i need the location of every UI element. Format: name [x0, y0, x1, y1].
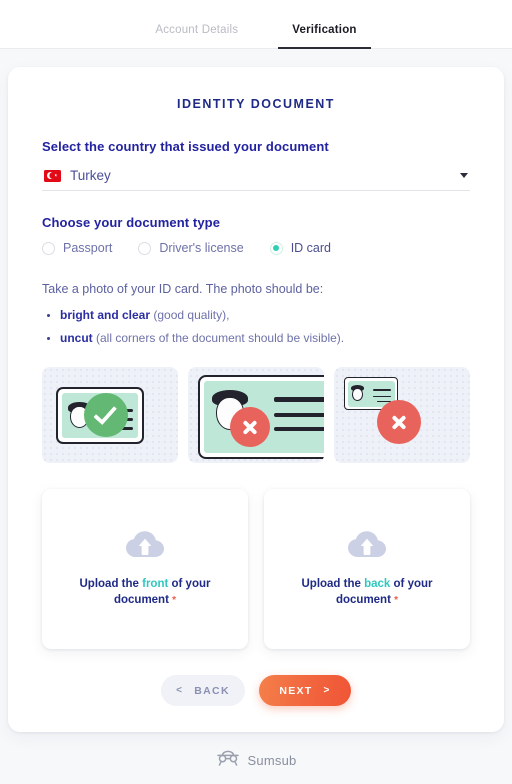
page-title: IDENTITY DOCUMENT [177, 97, 335, 111]
upload-prefix: Upload the [301, 577, 365, 590]
bullet-rest: (good quality), [150, 308, 230, 322]
cross-circle-icon [230, 407, 270, 447]
radio-label: ID card [290, 241, 331, 255]
radio-drivers-license[interactable]: Driver's license [138, 241, 244, 255]
upload-back-dropzone[interactable]: Upload the back of your document * [264, 489, 470, 649]
upload-zones: Upload the front of your document * Uplo… [42, 489, 470, 649]
bullet-rest: (all corners of the document should be v… [92, 331, 345, 345]
doctype-field-label: Choose your document type [42, 215, 221, 230]
sumsub-mask-icon [216, 749, 240, 772]
required-asterisk: * [172, 594, 177, 606]
radio-icon [138, 241, 152, 255]
photo-instructions-lead: Take a photo of your ID card. The photo … [42, 282, 324, 296]
list-item: uncut (all corners of the document shoul… [42, 331, 470, 345]
example-thumbnails [42, 367, 470, 463]
bullet-strong: bright and clear [60, 308, 151, 322]
tab-verification[interactable]: Verification [278, 24, 372, 49]
example-too-far [334, 367, 470, 463]
next-button-label: NEXT [279, 684, 313, 697]
country-field-label: Select the country that issued your docu… [42, 139, 329, 154]
upload-front-label: Upload the front of your document * [56, 577, 234, 608]
photo-requirements-list: bright and clear (good quality), uncut (… [42, 308, 470, 345]
radio-icon [42, 241, 55, 255]
country-select[interactable]: Turkey [42, 165, 470, 191]
example-too-close [188, 367, 324, 463]
required-asterisk: * [394, 594, 399, 606]
page-shell: IDENTITY DOCUMENT Select the country tha… [0, 49, 512, 732]
upload-side: back [364, 577, 391, 590]
brand-footer: Sumsub [0, 732, 512, 784]
brand-name: Sumsub [247, 753, 297, 768]
back-button-label: BACK [194, 684, 230, 697]
top-tab-bar: Account Details Verification [0, 0, 512, 49]
navigation-buttons: < BACK NEXT > [42, 675, 470, 706]
tab-account-details[interactable]: Account Details [141, 24, 252, 48]
turkey-flag-icon [44, 169, 61, 182]
cross-circle-icon [377, 400, 421, 444]
next-button[interactable]: NEXT > [259, 675, 351, 706]
cloud-upload-icon [125, 530, 165, 565]
country-select-value: Turkey [70, 168, 111, 183]
upload-front-dropzone[interactable]: Upload the front of your document * [42, 489, 248, 649]
radio-label: Driver's license [159, 241, 244, 255]
chevron-right-icon: > [323, 685, 331, 696]
upload-back-label: Upload the back of your document * [278, 577, 456, 608]
list-item: bright and clear (good quality), [42, 308, 470, 322]
verification-card: IDENTITY DOCUMENT Select the country tha… [8, 67, 504, 732]
example-good [42, 367, 178, 463]
radio-id-card[interactable]: ID card [269, 241, 331, 255]
chevron-down-icon [460, 173, 468, 178]
radio-label: Passport [63, 241, 113, 255]
back-button[interactable]: < BACK [161, 675, 245, 706]
upload-side: front [142, 577, 169, 590]
doctype-radio-group: Passport Driver's license ID card [42, 241, 470, 255]
upload-prefix: Upload the [79, 577, 143, 590]
radio-passport[interactable]: Passport [42, 241, 112, 255]
cloud-upload-icon [347, 530, 387, 565]
radio-selected-icon [269, 241, 283, 255]
bullet-strong: uncut [60, 331, 93, 345]
check-circle-icon [84, 393, 128, 437]
chevron-left-icon: < [176, 685, 184, 696]
